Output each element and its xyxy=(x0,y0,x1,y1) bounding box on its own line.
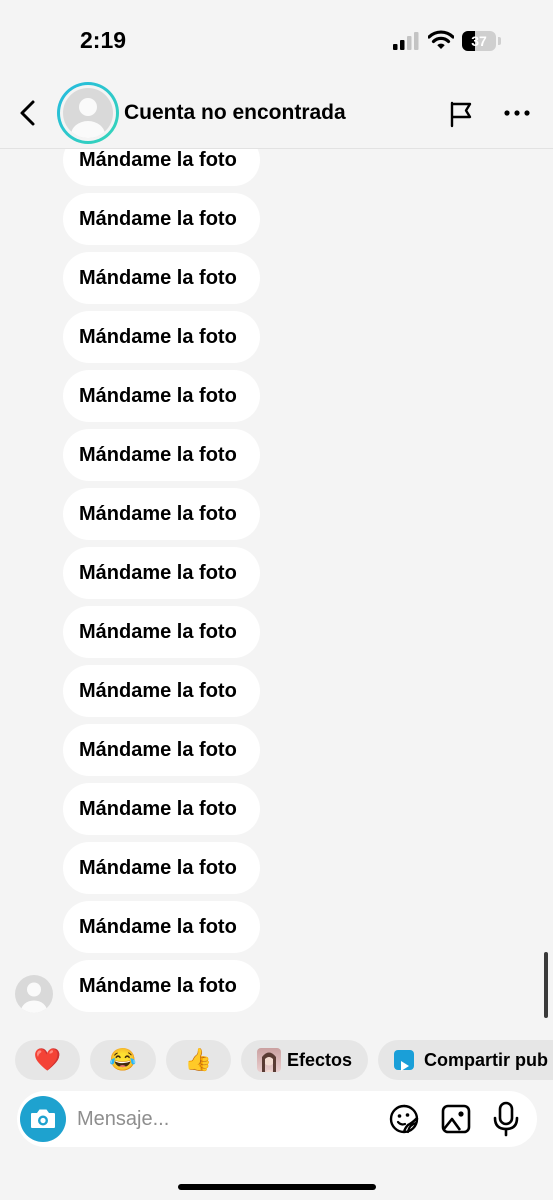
message-bubble[interactable]: Mándame la foto xyxy=(63,370,260,422)
message-bubble[interactable]: Mándame la foto xyxy=(63,901,260,953)
effects-button[interactable]: Efectos xyxy=(241,1040,368,1080)
message-bubble[interactable]: Mándame la foto xyxy=(63,429,260,481)
effects-label: Efectos xyxy=(287,1050,353,1070)
message-bubble[interactable]: Mándame la foto xyxy=(63,665,260,717)
status-bar: 2:19 37 xyxy=(0,0,553,80)
gallery-icon[interactable] xyxy=(440,1103,472,1135)
effects-thumbnail-icon xyxy=(257,1048,281,1072)
thumbs-up-reaction-button[interactable]: 👍 xyxy=(166,1040,231,1080)
battery-level: 37 xyxy=(471,33,487,49)
message-bubble[interactable]: Mándame la foto xyxy=(63,724,260,776)
more-icon[interactable] xyxy=(503,108,531,118)
microphone-icon[interactable] xyxy=(491,1101,521,1137)
heart-reaction-button[interactable]: ❤️ xyxy=(15,1040,80,1080)
play-icon xyxy=(394,1050,414,1071)
message-bubble[interactable]: Mándame la foto xyxy=(63,547,260,599)
message-composer xyxy=(17,1091,537,1147)
message-bubble[interactable]: Mándame la foto xyxy=(63,783,260,835)
message-bubble[interactable]: Mándame la foto xyxy=(63,149,260,186)
share-post-button[interactable]: Compartir pub xyxy=(378,1040,553,1080)
default-avatar-icon xyxy=(63,88,113,138)
scrollbar[interactable] xyxy=(544,952,548,1018)
message-bubble[interactable]: Mándame la foto xyxy=(63,193,260,245)
message-bubble[interactable]: Mándame la foto xyxy=(63,252,260,304)
message-bubble[interactable]: Mándame la foto xyxy=(63,960,260,1012)
message-bubble[interactable]: Mándame la foto xyxy=(63,606,260,658)
status-time: 2:19 xyxy=(80,27,127,53)
back-chevron-icon[interactable] xyxy=(16,98,40,128)
chat-header: Cuenta no encontrada xyxy=(0,80,553,149)
message-input[interactable] xyxy=(77,1091,377,1147)
message-bubble[interactable]: Mándame la foto xyxy=(63,842,260,894)
camera-icon xyxy=(31,1109,55,1128)
battery-icon: 37 xyxy=(462,31,502,51)
contact-name[interactable]: Cuenta no encontrada xyxy=(124,101,346,125)
home-indicator[interactable] xyxy=(178,1184,376,1190)
sticker-icon[interactable] xyxy=(388,1103,420,1135)
cellular-signal-icon xyxy=(393,32,419,50)
flag-icon[interactable] xyxy=(448,100,476,128)
sender-avatar[interactable] xyxy=(15,975,53,1013)
quick-actions-row: ❤️ 😂 👍 Efectos Compartir pub xyxy=(0,1040,553,1082)
avatar[interactable] xyxy=(57,82,119,144)
laugh-reaction-button[interactable]: 😂 xyxy=(90,1040,156,1080)
message-thread[interactable]: Mándame la foto Mándame la foto Mándame … xyxy=(0,149,553,1019)
wifi-icon xyxy=(428,30,454,49)
share-post-label: Compartir pub xyxy=(424,1050,548,1070)
message-bubble[interactable]: Mándame la foto xyxy=(63,311,260,363)
message-bubble[interactable]: Mándame la foto xyxy=(63,488,260,540)
camera-button[interactable] xyxy=(20,1096,66,1142)
